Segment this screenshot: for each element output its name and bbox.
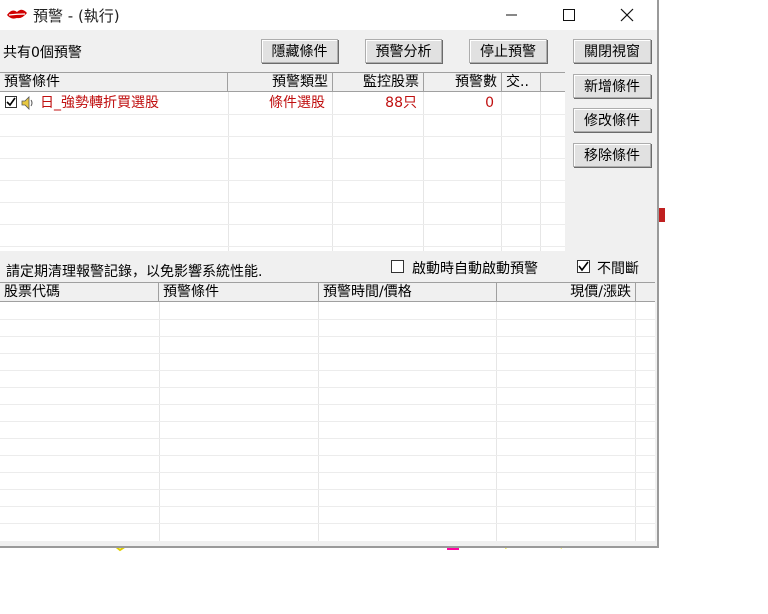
grid-line: [0, 202, 565, 203]
grid-line: [423, 92, 424, 251]
close-icon: [620, 8, 634, 22]
grid-line: [0, 180, 565, 181]
grid-line: [0, 319, 655, 320]
table-row[interactable]: 日_強勢轉折買選股 條件選股 88只 0: [0, 93, 565, 114]
maximize-button[interactable]: [546, 0, 592, 30]
grid-line: [0, 523, 655, 524]
column-header-stock-code[interactable]: 股票代碼: [0, 283, 159, 302]
grid-line: [0, 158, 565, 159]
continuous-label: 不間斷: [597, 261, 639, 277]
column-header-stocks[interactable]: 監控股票: [333, 73, 424, 92]
column-header-type[interactable]: 預警類型: [228, 73, 333, 92]
maximize-icon: [563, 9, 575, 21]
lips-logo-icon: [7, 9, 27, 19]
alert-window: 預警 - (執行) 共有0個預警 隱藏條件 預警分析 停止預警 關閉視窗 新增條…: [0, 0, 659, 548]
grid-line: [0, 136, 565, 137]
column-header-spacer: [541, 73, 565, 92]
speaker-icon[interactable]: [20, 95, 36, 111]
grid-line: [0, 506, 655, 507]
row-type: 條件選股: [269, 95, 325, 111]
row-condition: 日_強勢轉折買選股: [40, 95, 159, 111]
auto-start-label: 啟動時自動啟動預警: [412, 261, 538, 277]
grid-line: [0, 246, 565, 247]
grid-line: [0, 404, 655, 405]
column-header-count[interactable]: 預警數: [424, 73, 502, 92]
grid-line: [0, 114, 565, 115]
close-dialog-button[interactable]: 關閉視窗: [573, 39, 651, 63]
hide-conditions-button[interactable]: 隱藏條件: [261, 39, 338, 63]
alert-conditions-table[interactable]: 預警條件 預警類型 監控股票 預警數 交.. 日_強勢轉折買選股 條件選股 88…: [0, 72, 565, 251]
grid-line: [0, 370, 655, 371]
grid-line: [0, 421, 655, 422]
window-title: 預警 - (執行): [33, 7, 120, 25]
column-header-trade[interactable]: 交..: [502, 73, 541, 92]
cleanup-notice: 請定期清理報警記錄，以免影響系統性能.: [6, 264, 263, 280]
grid-line: [0, 438, 655, 439]
alert-log-table[interactable]: 股票代碼 預警條件 預警時間/價格 現價/漲跌: [0, 282, 655, 541]
auto-start-checkbox[interactable]: [391, 260, 404, 273]
minimize-icon: [506, 14, 517, 16]
grid-line: [501, 92, 502, 251]
grid-line: [228, 92, 229, 251]
continuous-checkbox[interactable]: [577, 260, 590, 273]
stop-alert-button[interactable]: 停止預警: [469, 39, 547, 63]
column-header-alert-condition[interactable]: 預警條件: [159, 283, 319, 302]
minimize-button[interactable]: [489, 0, 535, 30]
edit-condition-button[interactable]: 修改條件: [573, 108, 651, 132]
column-header-alert-time[interactable]: 預警時間/價格: [319, 283, 497, 302]
remove-condition-button[interactable]: 移除條件: [573, 143, 651, 167]
column-header-condition[interactable]: 預警條件: [0, 73, 228, 92]
checkmark-icon: [578, 261, 589, 272]
alert-count-label: 共有0個預警: [3, 45, 82, 61]
title-bar: 預警 - (執行): [0, 0, 657, 30]
row-count: 0: [485, 95, 494, 111]
grid-line: [332, 92, 333, 251]
grid-line: [540, 92, 541, 251]
close-window-button[interactable]: [604, 0, 650, 30]
checkmark-icon: [6, 97, 16, 107]
column-header-price-change[interactable]: 現價/漲跌: [497, 283, 636, 302]
row-enable-checkbox[interactable]: [5, 96, 17, 108]
grid-line: [0, 353, 655, 354]
grid-line: [0, 336, 655, 337]
grid-line: [0, 472, 655, 473]
column-header-spacer: [636, 283, 655, 302]
grid-line: [0, 387, 655, 388]
grid-line: [0, 489, 655, 490]
background-red-mark: [659, 208, 665, 222]
add-condition-button[interactable]: 新增條件: [573, 74, 651, 98]
background-chart-fragments: [109, 540, 641, 552]
grid-line: [0, 455, 655, 456]
alert-analysis-button[interactable]: 預警分析: [365, 39, 442, 63]
grid-line: [0, 224, 565, 225]
row-stocks: 88只: [385, 95, 417, 111]
